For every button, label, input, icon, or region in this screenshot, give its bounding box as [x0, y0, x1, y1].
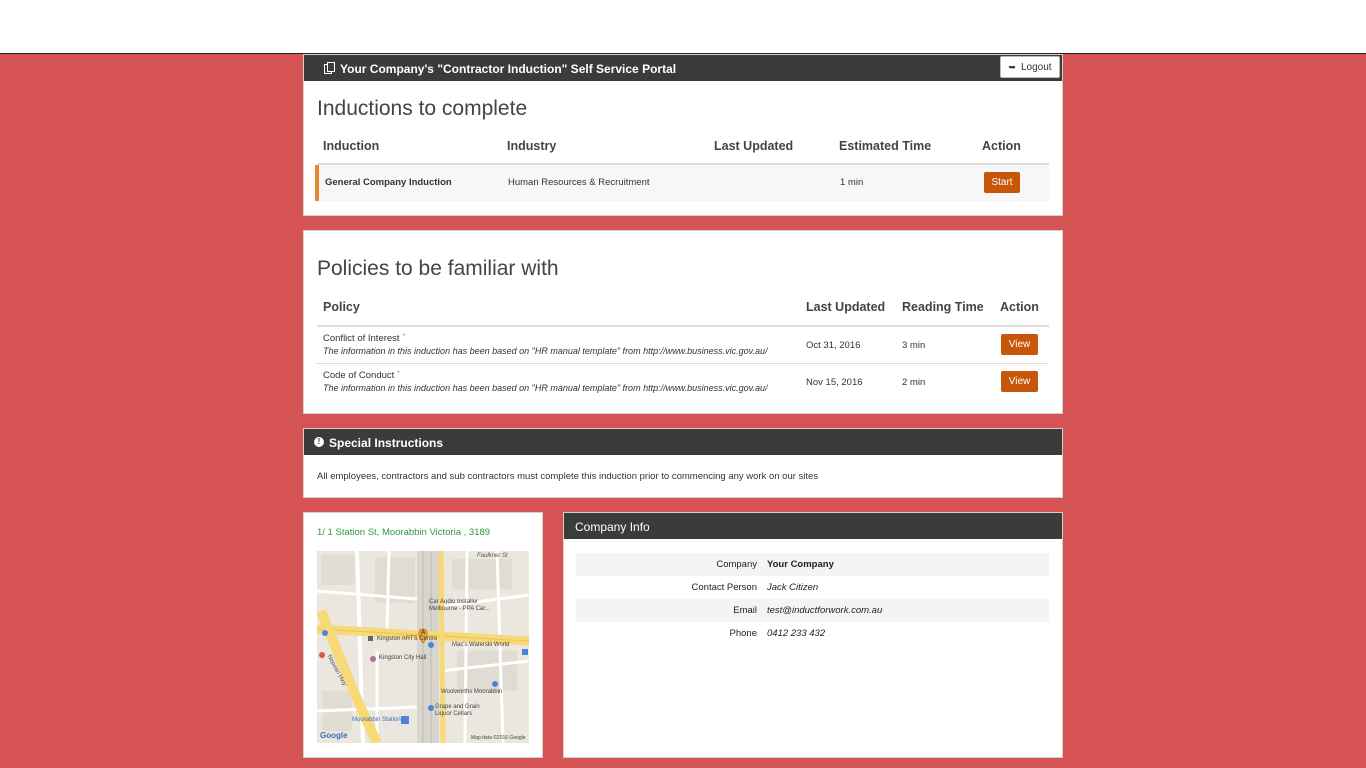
- info-value: Jack Citizen: [767, 582, 819, 593]
- col-estimated-time: Estimated Time: [839, 139, 932, 153]
- map-label: Kingston ARTS Centre: [377, 636, 438, 642]
- map[interactable]: A Car Audio Installer Melbourne - PPA Ca…: [317, 551, 529, 743]
- portal-header: Your Company's "Contractor Induction" Se…: [304, 55, 1062, 81]
- portal-icon: [324, 62, 335, 74]
- logout-button[interactable]: ➥ Logout: [1000, 56, 1060, 78]
- induction-name: General Company Induction: [325, 177, 452, 188]
- location-panel: 1/ 1 Station St, Moorabbin Victoria , 31…: [303, 512, 543, 758]
- google-logo: Google: [320, 731, 348, 740]
- company-info-header: Company Info: [564, 513, 1062, 539]
- table-row: General Company Induction Human Resource…: [315, 165, 1049, 201]
- col-induction: Induction: [323, 139, 380, 153]
- col-policy-last-updated: Last Updated: [806, 300, 886, 314]
- special-instructions-header: ! Special Instructions: [304, 429, 1062, 455]
- policies-panel: Policies to be familiar with Policy Last…: [303, 230, 1063, 414]
- col-industry: Industry: [507, 139, 557, 153]
- info-label: Phone: [729, 628, 757, 639]
- info-label: Email: [733, 605, 757, 616]
- portal-title: Your Company's "Contractor Induction" Se…: [340, 62, 677, 76]
- map-label: Car Audio Installer: [429, 599, 479, 605]
- map-label: Woolworths Moorabbin: [441, 689, 503, 695]
- map-attribution: Map data ©2016 Google: [471, 735, 526, 741]
- info-label: Contact Person: [691, 582, 757, 593]
- address-link[interactable]: 1/ 1 Station St, Moorabbin Victoria , 31…: [317, 527, 490, 538]
- logout-label: Logout: [1020, 61, 1052, 73]
- map-label: Melbourne - PPA Car...: [429, 606, 490, 612]
- special-instructions-text: All employees, contractors and sub contr…: [317, 471, 819, 482]
- policy-reading-time: 3 min: [902, 340, 926, 351]
- company-info-title: Company Info: [575, 520, 650, 534]
- policy-name: Code of Conduct `: [323, 370, 401, 381]
- exclamation-icon: !: [314, 437, 324, 447]
- policy-reading-time: 2 min: [902, 377, 926, 388]
- browser-top-bar: [0, 0, 1366, 54]
- induction-industry: Human Resources & Recruitment: [508, 177, 650, 188]
- view-button[interactable]: View: [1001, 334, 1038, 355]
- policy-note: The information in this induction has be…: [323, 346, 768, 356]
- info-value: test@inductforwork.com.au: [767, 605, 883, 616]
- col-reading-time: Reading Time: [902, 300, 984, 314]
- col-last-updated: Last Updated: [714, 139, 794, 153]
- policies-title: Policies to be familiar with: [317, 257, 559, 280]
- info-value: 0412 233 432: [767, 628, 826, 639]
- inductions-title: Inductions to complete: [317, 97, 528, 120]
- special-instructions-panel: ! Special Instructions All employees, co…: [303, 428, 1063, 498]
- start-button[interactable]: Start: [984, 172, 1020, 193]
- company-info-panel: Company Info Company Your Company Contac…: [563, 512, 1063, 758]
- info-value: Your Company: [767, 559, 834, 570]
- map-label: Kingston City Hall: [379, 655, 427, 661]
- info-label: Company: [716, 559, 757, 570]
- view-button[interactable]: View: [1001, 371, 1038, 392]
- policy-last-updated: Nov 15, 2016: [806, 377, 863, 388]
- induction-estimated-time: 1 min: [840, 177, 864, 188]
- map-label: Liquor Cellars: [435, 711, 473, 717]
- map-label: Mac's Waterski World: [452, 642, 510, 648]
- logout-icon: ➥: [1008, 61, 1016, 72]
- policy-last-updated: Oct 31, 2016: [806, 340, 861, 351]
- table-row: Code of Conduct ` The information in thi…: [317, 364, 1049, 400]
- map-label: Grape and Grain: [435, 704, 480, 710]
- policy-name: Conflict of Interest `: [323, 333, 406, 344]
- col-action: Action: [982, 139, 1021, 153]
- info-row-phone: Phone 0412 233 432: [576, 622, 1049, 645]
- inductions-panel: Your Company's "Contractor Induction" Se…: [303, 54, 1063, 216]
- policy-note: The information in this induction has be…: [323, 383, 768, 393]
- info-row-contact: Contact Person Jack Citizen: [576, 576, 1049, 599]
- info-row-company: Company Your Company: [576, 553, 1049, 576]
- col-policy-action: Action: [1000, 300, 1039, 314]
- info-row-email: Email test@inductforwork.com.au: [576, 599, 1049, 622]
- map-label: Moorabbin Station: [352, 717, 401, 723]
- col-policy: Policy: [323, 300, 360, 314]
- special-instructions-title: Special Instructions: [329, 436, 444, 450]
- table-row: Conflict of Interest ` The information i…: [317, 327, 1049, 364]
- map-label: Faulkner St: [477, 553, 508, 559]
